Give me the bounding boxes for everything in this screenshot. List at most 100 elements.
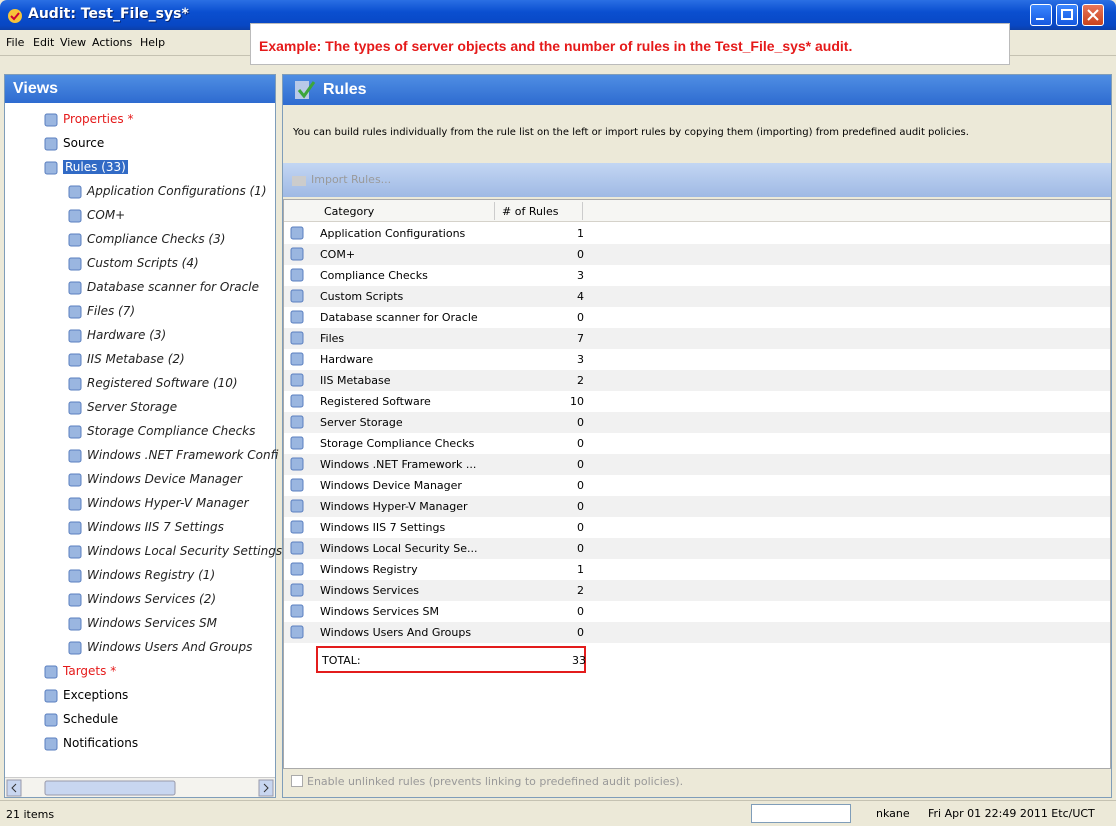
menu-file[interactable]: File	[6, 36, 24, 49]
category-icon	[290, 268, 304, 282]
menu-edit[interactable]: Edit	[33, 36, 54, 49]
rules-table: Category # of Rules Application Configur…	[283, 199, 1111, 769]
rule-count-cell: 1	[577, 563, 584, 576]
users-icon	[67, 640, 83, 656]
properties-icon	[43, 112, 59, 128]
category-icon	[290, 331, 304, 345]
close-button[interactable]	[1082, 4, 1104, 26]
source-icon	[43, 136, 59, 152]
horizontal-scrollbar[interactable]	[5, 777, 275, 797]
category-cell: Windows IIS 7 Settings	[320, 521, 446, 534]
rules-panel: Rules You can build rules individually f…	[282, 74, 1112, 798]
database-icon	[67, 280, 83, 296]
tree-item-label: Compliance Checks (3)	[87, 232, 226, 246]
services-icon	[67, 592, 83, 608]
tree-item-label: Notifications	[63, 736, 139, 750]
category-cell: Windows Users And Groups	[320, 626, 472, 639]
folder-icon	[67, 304, 83, 320]
software-icon	[67, 376, 83, 392]
table-row[interactable]: IIS Metabase 2	[284, 370, 1110, 391]
tree-item-label: Windows IIS 7 Settings	[87, 520, 224, 534]
category-cell: Files	[320, 332, 345, 345]
category-cell: Windows Hyper-V Manager	[320, 500, 468, 513]
notifications-icon	[43, 736, 59, 752]
tree-item-label: Server Storage	[87, 400, 178, 414]
category-cell: Windows .NET Framework ...	[320, 458, 477, 471]
views-panel: Views Properties * Source Rules (33) Applic…	[4, 74, 282, 798]
table-row[interactable]: Windows Services 2	[284, 580, 1110, 601]
category-cell: Windows Services	[320, 584, 419, 597]
table-row[interactable]: Server Storage 0	[284, 412, 1110, 433]
category-icon	[290, 604, 304, 618]
category-cell: Registered Software	[320, 395, 431, 408]
table-row[interactable]: Compliance Checks 3	[284, 265, 1110, 286]
callout-text: Example: The types of server objects and…	[259, 38, 853, 54]
table-row[interactable]: Windows .NET Framework ... 0	[284, 454, 1110, 475]
table-row[interactable]: Files 7	[284, 328, 1110, 349]
category-cell: IIS Metabase	[320, 374, 391, 387]
table-row[interactable]: Database scanner for Oracle 0	[284, 307, 1110, 328]
header-category[interactable]: Category	[324, 205, 374, 218]
table-row[interactable]: Windows Device Manager 0	[284, 475, 1110, 496]
hyperv-icon	[67, 496, 83, 512]
category-icon	[290, 310, 304, 324]
views-title: Views	[13, 80, 59, 97]
table-row[interactable]: Application Configurations 1	[284, 223, 1110, 244]
tree-item-label: Source	[63, 136, 105, 150]
rule-count-cell: 0	[577, 605, 584, 618]
tree-item-label: Targets *	[63, 664, 117, 678]
tree-item-label: Windows Users And Groups	[87, 640, 253, 654]
table-row[interactable]: Custom Scripts 4	[284, 286, 1110, 307]
table-row[interactable]: Windows Users And Groups 0	[284, 622, 1110, 643]
table-row[interactable]: Hardware 3	[284, 349, 1110, 370]
maximize-button[interactable]	[1056, 4, 1078, 26]
rules-toolbar: Import Rules...	[283, 163, 1111, 197]
category-icon	[290, 583, 304, 597]
category-cell: Application Configurations	[320, 227, 466, 240]
tree-item-label: Custom Scripts (4)	[87, 256, 199, 270]
views-header: Views	[5, 75, 275, 103]
table-row[interactable]: Windows Services SM 0	[284, 601, 1110, 622]
enable-unlinked-label: Enable unlinked rules (prevents linking …	[307, 775, 684, 788]
category-icon	[290, 499, 304, 513]
enable-unlinked-checkbox[interactable]: Enable unlinked rules (prevents linking …	[291, 775, 683, 788]
header-num-rules[interactable]: # of Rules	[502, 205, 559, 218]
tree-item-label: Application Configurations (1)	[87, 184, 267, 198]
rules-icon	[295, 81, 316, 99]
targets-icon	[43, 664, 59, 680]
import-rules-button[interactable]: Import Rules...	[311, 173, 391, 186]
category-cell: Server Storage	[320, 416, 403, 429]
status-field	[751, 804, 851, 823]
import-icon	[292, 176, 306, 186]
tree-item-label: COM+	[87, 208, 126, 222]
tree-item-label: Registered Software (10)	[87, 376, 238, 390]
tree-item-label: Rules (33)	[63, 160, 128, 174]
category-cell: COM+	[320, 248, 356, 261]
menu-view[interactable]: View	[60, 36, 86, 49]
table-row[interactable]: Windows Hyper-V Manager 0	[284, 496, 1110, 517]
category-cell: Database scanner for Oracle	[320, 311, 478, 324]
minimize-button[interactable]	[1030, 4, 1052, 26]
table-row[interactable]: Windows Registry 1	[284, 559, 1110, 580]
menu-help[interactable]: Help	[140, 36, 165, 49]
category-cell: Storage Compliance Checks	[320, 437, 475, 450]
category-cell: Hardware	[320, 353, 374, 366]
menu-actions[interactable]: Actions	[92, 36, 132, 49]
table-row[interactable]: Storage Compliance Checks 0	[284, 433, 1110, 454]
category-cell: Windows Services SM	[320, 605, 439, 618]
table-row[interactable]: COM+ 0	[284, 244, 1110, 265]
tree-item-label: Windows Services (2)	[87, 592, 217, 606]
table-row[interactable]: Registered Software 10	[284, 391, 1110, 412]
scripts-icon	[67, 256, 83, 272]
table-row[interactable]: Windows Local Security Se... 0	[284, 538, 1110, 559]
table-row[interactable]: Windows IIS 7 Settings 0	[284, 517, 1110, 538]
category-cell: Windows Device Manager	[320, 479, 462, 492]
category-cell: Custom Scripts	[320, 290, 404, 303]
table-header: Category # of Rules	[284, 200, 1110, 222]
category-icon	[290, 352, 304, 366]
category-icon	[290, 436, 304, 450]
rules-description: You can build rules individually from th…	[293, 127, 969, 138]
rules-icon	[43, 160, 59, 176]
storage-icon	[67, 400, 83, 416]
rule-count-cell: 0	[577, 311, 584, 324]
